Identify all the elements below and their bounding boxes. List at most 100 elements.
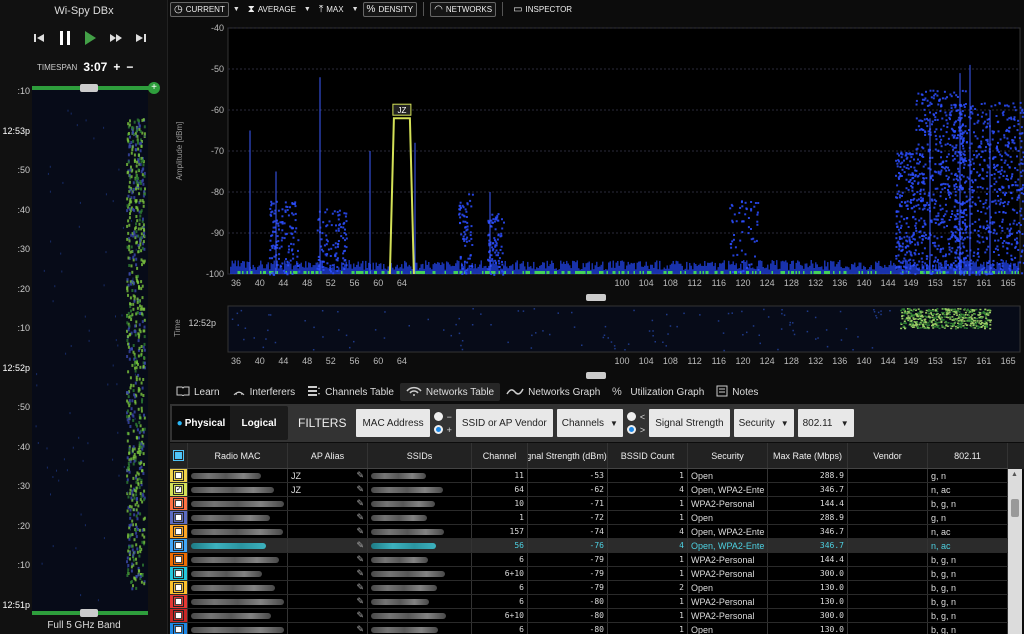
pencil-icon[interactable]: ✎	[356, 540, 364, 551]
table-row[interactable]: ✎ 6 -80 1 WPA2-Personal 130.0 b, g, n	[170, 595, 1008, 609]
average-button[interactable]: ⧗ AVERAGE	[244, 2, 300, 17]
band-label[interactable]: Full 5 GHz Band	[0, 620, 168, 631]
table-row[interactable]: ✎ 6 -79 2 Open 130.0 b, g, n	[170, 581, 1008, 595]
tab-interferers[interactable]: Interferers	[226, 383, 302, 401]
timespan-minus-button[interactable]: −	[126, 60, 133, 74]
row-checkbox[interactable]	[170, 469, 188, 482]
ap-alias-cell[interactable]: JZ ✎	[288, 469, 368, 482]
waterfall-resize-handle[interactable]	[586, 372, 606, 379]
physical-toggle[interactable]: ● Physical	[172, 406, 230, 440]
scroll-up-icon[interactable]: ▲	[1011, 471, 1018, 478]
ap-alias-cell[interactable]: ✎	[288, 497, 368, 510]
table-row[interactable]: ✎ 6 -80 1 Open 130.0 b, g, n	[170, 623, 1008, 634]
bottom-handle-grip[interactable]	[80, 609, 98, 617]
play-icon[interactable]	[81, 29, 99, 47]
select-all-checkbox[interactable]	[170, 443, 188, 468]
spectrum-graph[interactable]: -40 -50 -60 -70 -80 -90 -100 Amplitude [dBm] JZ 3…	[170, 20, 1024, 292]
row-checkbox[interactable]	[170, 595, 188, 608]
row-checkbox[interactable]	[170, 623, 188, 634]
ap-alias-cell[interactable]: ✎	[288, 581, 368, 594]
table-row[interactable]: ✎ 1 -72 1 Open 288.9 g, n	[170, 511, 1008, 525]
pencil-icon[interactable]: ✎	[356, 596, 364, 607]
row-checkbox[interactable]	[170, 539, 188, 552]
channels-dropdown[interactable]: Channels ▼	[556, 409, 623, 437]
max-button[interactable]: ⤒ MAX	[315, 2, 348, 17]
current-dropdown-icon[interactable]: ▼	[233, 6, 240, 13]
pencil-icon[interactable]: ✎	[356, 470, 364, 481]
ap-alias-cell[interactable]: ✎	[288, 609, 368, 622]
left-waterfall[interactable]	[32, 88, 148, 614]
col-ssids[interactable]: SSIDs	[368, 443, 472, 468]
col-security[interactable]: Security	[688, 443, 768, 468]
row-checkbox[interactable]	[170, 581, 188, 594]
ap-alias-cell[interactable]: JZ ✎	[288, 483, 368, 496]
mac-address-filter[interactable]: MAC Address	[356, 409, 430, 437]
col-channel[interactable]: Channel	[472, 443, 528, 468]
table-row[interactable]: ✎ 157 -74 4 Open, WPA2-Ente 346.7 n, ac	[170, 525, 1008, 539]
table-row[interactable]: ✎ 6+10 -80 1 WPA2-Personal 300.0 b, g, n	[170, 609, 1008, 623]
top-handle-grip[interactable]	[80, 84, 98, 92]
signal-strength-filter[interactable]: Signal Strength	[649, 409, 730, 437]
skip-forward-icon[interactable]	[132, 29, 150, 47]
skip-back-icon[interactable]	[30, 29, 48, 47]
row-checkbox[interactable]	[170, 497, 188, 510]
row-checkbox[interactable]	[170, 511, 188, 524]
tab-utilization-graph[interactable]: % Utilization Graph	[606, 383, 710, 401]
include-radio[interactable]: +	[433, 425, 452, 435]
greater-than-radio[interactable]: >	[626, 425, 645, 435]
row-checkbox[interactable]	[170, 553, 188, 566]
ap-alias-cell[interactable]: ✎	[288, 511, 368, 524]
pause-icon[interactable]	[56, 29, 74, 47]
add-marker-icon[interactable]: +	[148, 82, 160, 94]
tab-learn[interactable]: Learn	[170, 383, 226, 401]
fast-forward-icon[interactable]	[107, 29, 125, 47]
col-max-rate[interactable]: Max Rate (Mbps)	[768, 443, 848, 468]
col-radio-mac[interactable]: Radio MAC	[188, 443, 288, 468]
tab-networks-graph[interactable]: Networks Graph	[500, 383, 606, 401]
ap-alias-cell[interactable]: ✎	[288, 623, 368, 634]
pencil-icon[interactable]: ✎	[356, 624, 364, 634]
security-dropdown[interactable]: Security ▼	[733, 409, 794, 437]
ssid-vendor-filter[interactable]: SSID or AP Vendor	[455, 409, 553, 437]
tab-channels-table[interactable]: Channels Table	[301, 383, 400, 401]
table-row[interactable]: ✎ 6+10 -79 1 WPA2-Personal 300.0 b, g, n	[170, 567, 1008, 581]
row-checkbox[interactable]	[170, 609, 188, 622]
less-than-radio[interactable]: <	[626, 412, 645, 422]
current-button[interactable]: ◷ CURRENT	[170, 1, 229, 17]
timespan-plus-button[interactable]: +	[113, 60, 120, 74]
col-vendor[interactable]: Vendor	[848, 443, 928, 468]
pencil-icon[interactable]: ✎	[356, 554, 364, 565]
max-dropdown-icon[interactable]: ▼	[352, 6, 359, 13]
table-row[interactable]: ✎ 10 -71 1 WPA2-Personal 144.4 b, g, n	[170, 497, 1008, 511]
row-checkbox[interactable]: ✓	[170, 483, 188, 496]
inspector-button[interactable]: ▭ INSPECTOR	[509, 2, 576, 17]
ap-alias-cell[interactable]: ✎	[288, 553, 368, 566]
table-scrollbar[interactable]: ▲	[1008, 469, 1022, 634]
table-row[interactable]: JZ ✎ 11 -53 1 Open 288.9 g, n	[170, 469, 1008, 483]
tab-networks-table[interactable]: Networks Table	[399, 383, 501, 401]
row-checkbox[interactable]	[170, 567, 188, 580]
pencil-icon[interactable]: ✎	[356, 582, 364, 593]
ap-alias-cell[interactable]: ✎	[288, 525, 368, 538]
logical-toggle[interactable]: Logical	[230, 406, 288, 440]
col-bssid-count[interactable]: BSSID Count	[608, 443, 688, 468]
pencil-icon[interactable]: ✎	[356, 526, 364, 537]
row-checkbox[interactable]	[170, 525, 188, 538]
col-ap-alias[interactable]: AP Alias	[288, 443, 368, 468]
pencil-icon[interactable]: ✎	[356, 512, 364, 523]
phy-dropdown[interactable]: 802.11 ▼	[797, 409, 854, 437]
table-row[interactable]: ✎ 56 -76 4 Open, WPA2-Ente 346.7 n, ac	[170, 539, 1008, 553]
exclude-radio[interactable]: −	[433, 412, 452, 422]
ap-alias-cell[interactable]: ✎	[288, 595, 368, 608]
ap-alias-cell[interactable]: ✎	[288, 539, 368, 552]
pencil-icon[interactable]: ✎	[356, 498, 364, 509]
channel-waterfall[interactable]: Time 12:52p 36 40 44 48 52 56 60 64 100 104 108 112 11…	[170, 300, 1024, 372]
pencil-icon[interactable]: ✎	[356, 610, 364, 621]
ap-alias-cell[interactable]: ✎	[288, 567, 368, 580]
networks-button[interactable]: ◠ NETWORKS	[430, 1, 497, 17]
table-row[interactable]: ✓ JZ ✎ 64 -62 4 Open, WPA2-Ente 346.7 n, ac	[170, 483, 1008, 497]
scrollbar-thumb[interactable]	[1011, 499, 1019, 517]
col-signal-strength[interactable]: Signal Strength (dBm)▼	[528, 443, 608, 468]
tab-notes[interactable]: Notes	[710, 383, 764, 401]
density-button[interactable]: % DENSITY	[362, 1, 418, 17]
